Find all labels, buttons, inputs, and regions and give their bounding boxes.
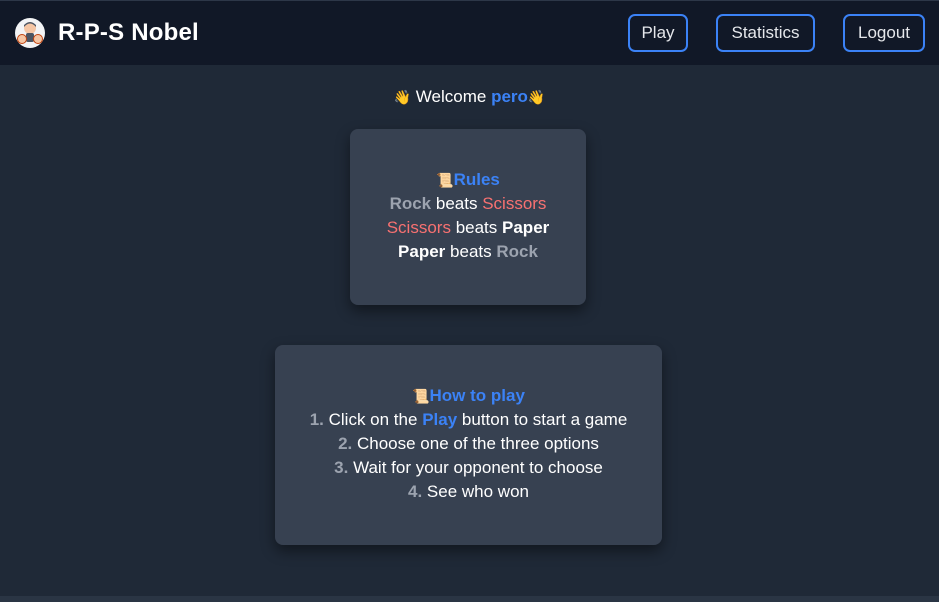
footer-divider (0, 596, 939, 602)
play-button[interactable]: Play (628, 14, 688, 52)
rules-heading: 📜Rules (350, 168, 586, 192)
rule-line: Scissors beats Paper (386, 218, 550, 237)
statistics-button[interactable]: Statistics (716, 14, 815, 52)
rule-line: Paper beats Rock (398, 242, 538, 261)
how-to-play-heading: 📜How to play (275, 384, 662, 408)
scroll-icon: 📜 (412, 388, 430, 404)
boxer-logo-icon[interactable] (14, 17, 46, 49)
scroll-icon: 📜 (436, 172, 454, 188)
play-link-text: Play (422, 410, 458, 429)
navbar: R-P-S Nobel Play Statistics Logout (0, 0, 939, 65)
how-to-play-card: 📜How to play 1. Click on the Play button… (275, 345, 662, 545)
username: pero (491, 87, 528, 106)
how-to-play-title: How to play (429, 386, 525, 405)
brand-title[interactable]: R-P-S Nobel (58, 17, 199, 49)
wave-icon: 👋 (393, 89, 412, 105)
welcome-prefix: Welcome (415, 87, 487, 106)
logout-button[interactable]: Logout (843, 14, 925, 52)
step-item: 2. Choose one of the three options (338, 434, 599, 453)
welcome-message: 👋 Welcome pero👋 (0, 85, 939, 109)
step-item: 1. Click on the Play button to start a g… (309, 410, 628, 429)
step-item: 3. Wait for your opponent to choose (334, 458, 603, 477)
rules-title: Rules (453, 170, 500, 189)
rules-card: 📜Rules Rock beats Scissors Scissors beat… (350, 129, 586, 305)
wave-icon: 👋 (527, 89, 546, 105)
rule-line: Rock beats Scissors (389, 194, 547, 213)
step-item: 4. See who won (408, 482, 529, 501)
